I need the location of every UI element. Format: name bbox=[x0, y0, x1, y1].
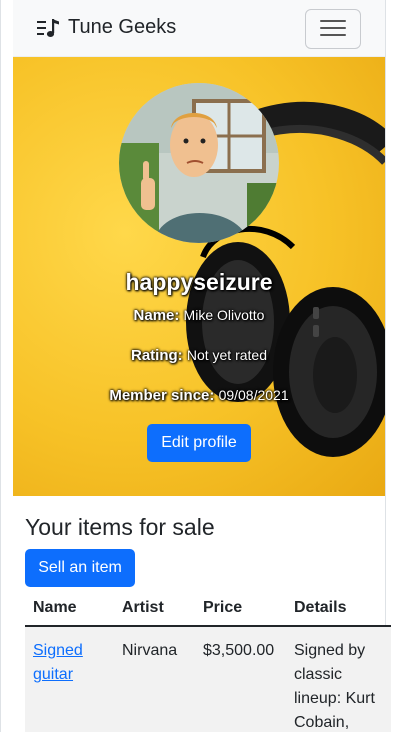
name-label: Name: bbox=[133, 307, 180, 324]
member-since-value: 09/08/2021 bbox=[218, 387, 289, 403]
rating-value: Not yet rated bbox=[186, 347, 267, 363]
table-header: Name Artist Price Details bbox=[25, 593, 391, 627]
item-name-cell: Signed guitar bbox=[33, 639, 113, 687]
profile-name-row: Name: Mike Olivotto bbox=[13, 307, 385, 324]
item-details-cell: Signed by classic lineup: Kurt Cobain, bbox=[294, 642, 375, 731]
column-header-name: Name bbox=[33, 599, 77, 616]
avatar bbox=[119, 83, 279, 243]
profile-hero: happyseizure Name: Mike Olivotto Rating:… bbox=[13, 57, 385, 496]
item-name-link[interactable]: Signed guitar bbox=[33, 642, 83, 683]
table-row: Signed guitar Nirvana $3,500.00 Signed b… bbox=[25, 627, 391, 732]
music-list-icon bbox=[36, 17, 62, 39]
name-value: Mike Olivotto bbox=[183, 307, 265, 323]
column-header-price: Price bbox=[203, 599, 243, 616]
column-header-details: Details bbox=[294, 599, 347, 616]
profile-username: happyseizure bbox=[125, 269, 273, 295]
brand-name: Tune Geeks bbox=[68, 16, 177, 38]
items-section-title: Your items for sale bbox=[25, 514, 215, 540]
profile-rating-row: Rating: Not yet rated bbox=[13, 347, 385, 364]
brand-link[interactable]: Tune Geeks bbox=[36, 16, 176, 39]
sell-item-button[interactable]: Sell an item bbox=[25, 549, 135, 587]
column-header-artist: Artist bbox=[122, 599, 164, 616]
item-price-cell: $3,500.00 bbox=[203, 642, 275, 659]
profile-member-row: Member since: 09/08/2021 bbox=[13, 387, 385, 404]
rating-label: Rating: bbox=[131, 347, 183, 364]
edit-profile-button[interactable]: Edit profile bbox=[147, 424, 251, 462]
item-artist-cell: Nirvana bbox=[122, 642, 178, 659]
page-border-left bbox=[0, 0, 1, 732]
top-navbar: Tune Geeks bbox=[13, 0, 385, 57]
menu-toggle-button[interactable] bbox=[305, 9, 361, 49]
items-table: Name Artist Price Details Signed guitar … bbox=[25, 593, 391, 732]
hamburger-menu-icon bbox=[319, 17, 347, 42]
member-since-label: Member since: bbox=[109, 387, 215, 404]
